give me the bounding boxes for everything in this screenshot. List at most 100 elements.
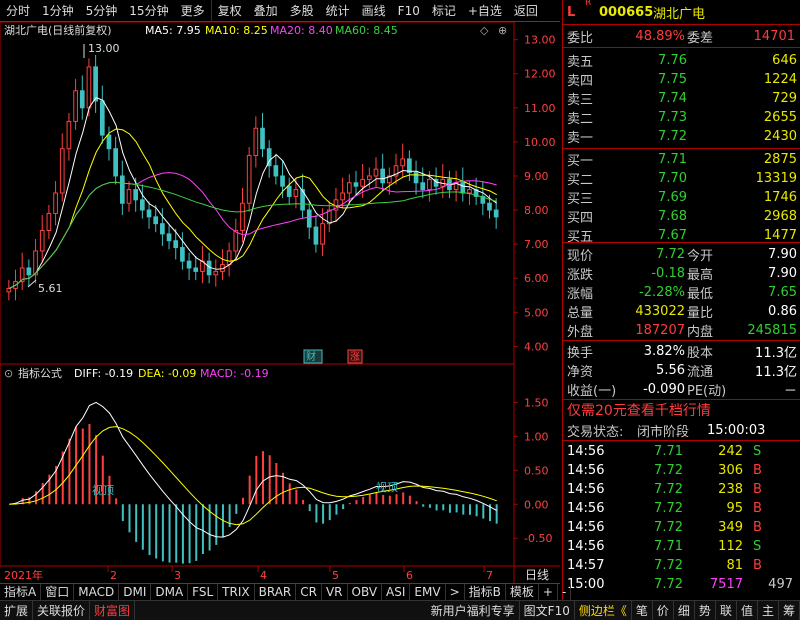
indicator-tab[interactable]: 指标A	[0, 583, 42, 601]
tick-side: B	[753, 519, 762, 535]
icon-shi[interactable]: 势	[695, 600, 716, 620]
stats-button[interactable]: 统计	[320, 0, 356, 22]
tab-more[interactable]: 更多	[175, 0, 211, 22]
macd-axis: 1.50 1.00 0.50 0.00 -0.50	[514, 396, 552, 545]
icon-lian[interactable]: 联	[716, 600, 737, 620]
indicator-name[interactable]: 指标公式	[18, 366, 62, 380]
tick-volume: 112	[718, 538, 743, 554]
month-label: 2	[110, 569, 117, 582]
candle-body	[106, 134, 112, 150]
icon-jia[interactable]: 价	[653, 600, 674, 620]
tick-row: 15:00 7.72 7517 497	[563, 574, 800, 594]
mark-button[interactable]: 标记	[426, 0, 462, 22]
icon-chou[interactable]: 筹	[779, 600, 800, 620]
quote-label: 涨幅	[567, 286, 594, 302]
indicator-tab[interactable]: >	[446, 583, 465, 601]
candle-body	[340, 192, 345, 201]
tab-1min[interactable]: 1分钟	[36, 0, 80, 22]
multi-stock-button[interactable]: 多股	[284, 0, 320, 22]
draw-line-button[interactable]: 画线	[356, 0, 392, 22]
indicator-dropdown-icon[interactable]: ⊙	[4, 367, 13, 380]
bid-row[interactable]: 买四 7.68 2968	[563, 206, 800, 226]
tick-volume: 238	[718, 481, 743, 497]
indicator-tab[interactable]: ASI	[382, 583, 411, 601]
indicator-tab[interactable]: 模板	[506, 583, 539, 601]
candle-body	[487, 202, 492, 211]
indicator-tab[interactable]: CR	[296, 583, 322, 601]
quote-label: 最低	[687, 286, 714, 302]
candle-body	[173, 240, 179, 249]
order-ratio-row: 委比 48.89% 委差 14701	[563, 26, 800, 46]
candle-body	[293, 189, 299, 197]
ask-row[interactable]: 卖一 7.72 2430	[563, 126, 800, 146]
add-watchlist-button[interactable]: +自选	[462, 0, 508, 22]
overlay-button[interactable]: 叠加	[248, 0, 284, 22]
bid-row[interactable]: 买二 7.70 13319	[563, 168, 800, 188]
candle-body	[400, 158, 406, 167]
new-user-promo-button[interactable]: 新用户福利专享	[427, 600, 520, 620]
indicator-tab[interactable]: VR	[322, 583, 348, 601]
wealth-chart-button[interactable]: 财富图	[90, 600, 136, 620]
tab-intraday[interactable]: 分时	[0, 0, 36, 22]
stats-row: 收益(一) -0.090 PE(动) －	[563, 379, 800, 399]
price-tick-label: 4.00	[524, 340, 549, 353]
indicator-tab[interactable]: FSL	[188, 583, 219, 601]
kline-chart[interactable]: 湖北广电(日线前复权) MA5: 7.95 MA10: 8.25 MA20: 8…	[0, 22, 560, 583]
graphic-f10-button[interactable]: 图文F10	[520, 600, 575, 620]
adjust-button[interactable]: 复权	[210, 0, 248, 22]
quote-label: 总量	[567, 305, 594, 321]
promo-link[interactable]: 仅需20元查看千档行情	[567, 400, 711, 420]
quote-value: 7.90	[768, 246, 797, 262]
indicator-tab[interactable]: 窗口	[41, 583, 75, 601]
icon-zhi[interactable]: 值	[737, 600, 758, 620]
ask-price: 7.76	[658, 52, 687, 68]
indicator-tab[interactable]: BRAR	[255, 583, 297, 601]
candle-body	[280, 175, 285, 187]
indicator-tab[interactable]: -	[558, 583, 572, 601]
indicator-tab[interactable]: DMI	[119, 583, 152, 601]
period-label[interactable]: 日线	[525, 568, 549, 582]
tick-price: 7.72	[654, 519, 683, 535]
bid-price: 7.71	[658, 151, 687, 167]
indicator-tab[interactable]: TRIX	[218, 583, 255, 601]
indicator-tab[interactable]: +	[539, 583, 558, 601]
tick-side: B	[753, 462, 762, 478]
zoom-icon[interactable]: ⊕	[498, 24, 507, 37]
stats-value: 3.82%	[643, 343, 685, 359]
ma5-legend: MA5: 7.95	[145, 24, 201, 37]
indicator-tab[interactable]: EMV	[410, 583, 446, 601]
ask-row[interactable]: 卖五 7.76 646	[563, 50, 800, 70]
tab-5min[interactable]: 5分钟	[80, 0, 124, 22]
icon-zhu[interactable]: 主	[758, 600, 779, 620]
month-axis: 2 3 4 5 6 7	[107, 566, 493, 582]
bid-label: 买四	[567, 210, 594, 226]
tick-side: 497	[768, 576, 793, 592]
indicator-tab[interactable]: MACD	[74, 583, 120, 601]
icon-xi[interactable]: 细	[674, 600, 695, 620]
sidebar-toggle-button[interactable]: 侧边栏《	[575, 600, 632, 620]
back-button[interactable]: 返回	[508, 0, 544, 22]
related-quote-button[interactable]: 关联报价	[33, 600, 91, 620]
ask-row[interactable]: 卖二 7.73 2655	[563, 107, 800, 127]
bid-price: 7.69	[658, 189, 687, 205]
tab-15min[interactable]: 15分钟	[123, 0, 174, 22]
indicator-tab[interactable]: OBV	[348, 583, 383, 601]
bid-row[interactable]: 买三 7.69 1746	[563, 187, 800, 207]
macd-note-2: 视顶	[376, 480, 398, 494]
ask-row[interactable]: 卖四 7.75 1224	[563, 69, 800, 89]
bid-row[interactable]: 买一 7.71 2875	[563, 149, 800, 169]
candle-body	[260, 127, 265, 150]
tick-row: 14:56 7.72 238 B	[563, 479, 800, 499]
tick-volume: 349	[718, 519, 743, 535]
ask-row[interactable]: 卖三 7.74 729	[563, 88, 800, 108]
expand-button[interactable]: 扩展	[0, 600, 34, 620]
f10-button[interactable]: F10	[392, 0, 426, 22]
indicator-tab[interactable]: 指标B	[465, 583, 506, 601]
promo-row[interactable]: 仅需20元查看千档行情	[563, 400, 800, 420]
indicator-tab[interactable]: DMA	[151, 583, 189, 601]
candle-body	[407, 158, 412, 174]
bid-volume: 2968	[763, 208, 797, 224]
icon-bi[interactable]: 笔	[632, 600, 653, 620]
stats-value: 11.3亿	[755, 345, 797, 361]
diamond-icon[interactable]: ◇	[480, 24, 489, 37]
